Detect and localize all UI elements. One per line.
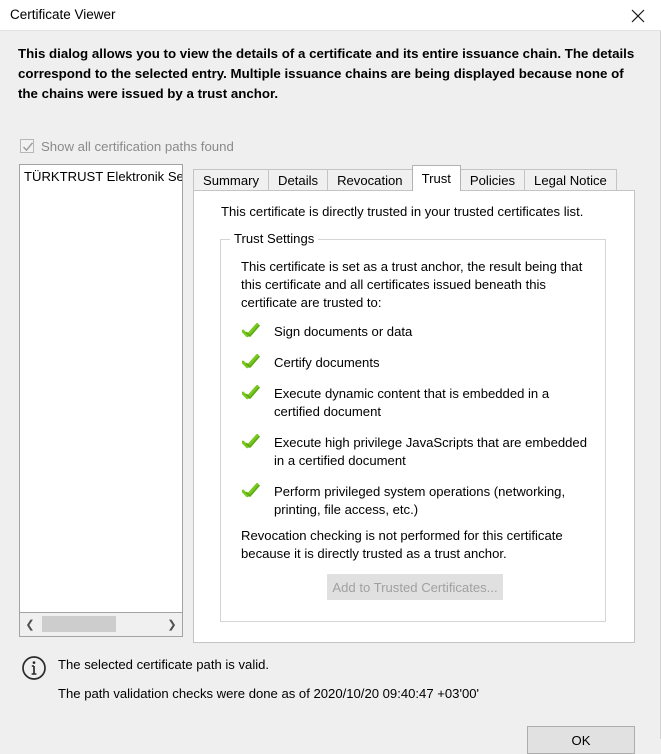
dialog-body: This dialog allows you to view the detai… <box>0 31 661 754</box>
scroll-left-arrow-icon[interactable]: ❮ <box>20 613 40 635</box>
scroll-right-arrow-icon[interactable]: ❯ <box>162 613 182 635</box>
show-all-paths-checkbox[interactable]: Show all certification paths found <box>20 136 234 156</box>
trust-permission-label: Certify documents <box>274 355 380 370</box>
list-item: Execute high privilege JavaScripts that … <box>241 434 591 470</box>
green-check-icon <box>241 434 261 452</box>
info-icon <box>19 653 49 683</box>
list-item: Execute dynamic content that is embedded… <box>241 385 591 421</box>
trust-permissions-list: Sign documents or data Certify documents <box>241 323 591 532</box>
tab-legal-notice[interactable]: Legal Notice <box>524 169 617 191</box>
status-validity-text: The selected certificate path is valid. <box>58 657 270 672</box>
scrollbar-thumb[interactable] <box>42 616 116 632</box>
trust-settings-legend: Trust Settings <box>230 231 319 246</box>
tab-policies[interactable]: Policies <box>459 169 526 191</box>
trust-permission-label: Perform privileged system operations (ne… <box>274 484 566 517</box>
window-title: Certificate Viewer <box>10 7 116 22</box>
list-item: Certify documents <box>241 354 591 372</box>
intro-paragraph: This dialog allows you to view the detai… <box>18 46 635 101</box>
revocation-note: Revocation checking is not performed for… <box>241 528 563 561</box>
green-check-icon <box>241 354 261 372</box>
trust-permission-label: Execute high privilege JavaScripts that … <box>274 435 587 468</box>
green-check-icon <box>241 483 261 501</box>
certificate-path-tree[interactable]: TÜRKTRUST Elektronik Sertifik <box>19 164 183 613</box>
tree-horizontal-scrollbar[interactable]: ❮ ❯ <box>19 613 183 637</box>
tab-revocation[interactable]: Revocation <box>327 169 413 191</box>
status-timestamp-text: The path validation checks were done as … <box>58 686 480 701</box>
list-item: Sign documents or data <box>241 323 591 341</box>
trust-permission-label: Sign documents or data <box>274 324 413 339</box>
tab-summary[interactable]: Summary <box>193 169 270 191</box>
show-all-paths-label: Show all certification paths found <box>41 138 234 154</box>
checkbox-box <box>20 139 34 153</box>
green-check-icon <box>241 323 261 341</box>
trust-intro-text: This certificate is directly trusted in … <box>221 204 584 219</box>
trust-settings-groupbox: Trust Settings This certificate is set a… <box>220 231 606 622</box>
tree-item-certificate[interactable]: TÜRKTRUST Elektronik Sertifik <box>24 169 182 184</box>
trust-permission-label: Execute dynamic content that is embedded… <box>274 386 550 419</box>
close-icon <box>631 9 645 23</box>
title-bar: Certificate Viewer <box>0 0 661 31</box>
add-to-trusted-certificates-button[interactable]: Add to Trusted Certificates... <box>327 574 503 600</box>
ok-button[interactable]: OK <box>527 726 635 754</box>
tab-trust[interactable]: Trust <box>411 165 461 191</box>
trust-tab-panel: This certificate is directly trusted in … <box>193 190 635 643</box>
green-check-icon <box>241 385 261 403</box>
tab-strip: Summary Details Revocation Trust Policie… <box>193 165 617 191</box>
close-button[interactable] <box>615 0 661 31</box>
trust-settings-description: This certificate is set as a trust ancho… <box>241 259 583 310</box>
checkmark-icon <box>22 142 34 152</box>
tab-details[interactable]: Details <box>268 169 329 191</box>
list-item: Perform privileged system operations (ne… <box>241 483 591 519</box>
